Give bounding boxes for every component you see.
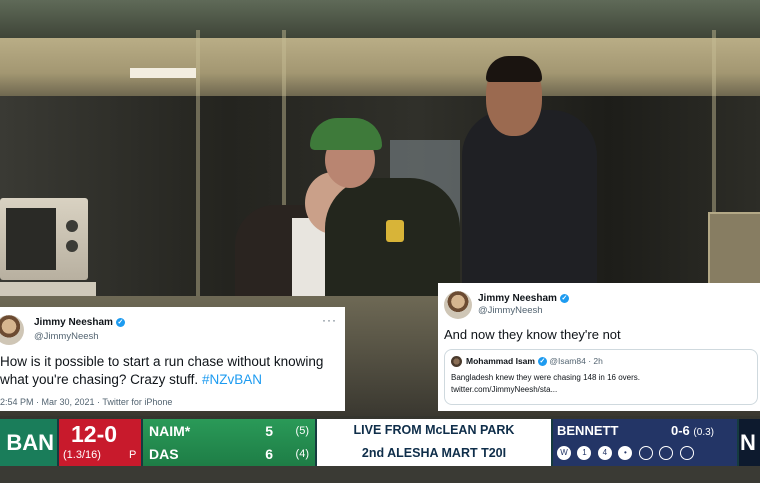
avatar	[451, 356, 462, 367]
quoted-author-handle: @Isam84 · 2h	[549, 356, 603, 366]
ball-indicator: 4	[597, 445, 612, 460]
batter-row: DAS 6 (4)	[149, 446, 309, 462]
bowler-name: BENNETT	[557, 423, 619, 438]
official-standing	[462, 110, 597, 300]
ball-indicator: W	[557, 445, 571, 460]
venue-panel: LIVE FROM McLEAN PARK 2nd ALESHA MART T2…	[317, 419, 551, 466]
more-options-icon[interactable]: ···	[322, 313, 337, 327]
avatar[interactable]	[0, 315, 24, 345]
quoted-tweet-text: Bangladesh knew they were chasing 148 in…	[451, 373, 641, 396]
score-box: 12-0 (1.3/16) P	[59, 419, 141, 466]
ceiling-light	[130, 68, 196, 78]
quoted-author-name: Mohammad Isam	[466, 356, 535, 366]
ceiling	[0, 38, 760, 96]
ball-indicator: 1	[577, 445, 592, 460]
powerplay-indicator: P	[129, 449, 137, 461]
venue-line: LIVE FROM McLEAN PARK	[353, 423, 515, 437]
ball-indicator	[679, 445, 694, 460]
tv-scorebar: BAN 12-0 (1.3/16) P NAIM* 5 (5) DAS 6 (4…	[0, 419, 760, 466]
verified-icon: ✓	[115, 318, 125, 327]
tweet-text: And now they know they're not	[444, 327, 621, 342]
verified-icon: ✓	[537, 357, 547, 366]
roof-beam	[0, 0, 760, 38]
tweet-author-handle[interactable]: @JimmyNeesh	[34, 331, 99, 342]
tweet-author-name[interactable]: Jimmy Neesham	[34, 317, 113, 328]
ball-indicator	[659, 445, 674, 460]
hashtag-link[interactable]: #NZvBAN	[202, 372, 262, 387]
quoted-tweet[interactable]: Mohammad Isam ✓ @Isam84 · 2h Bangladesh k…	[444, 349, 758, 405]
batter-row: NAIM* 5 (5)	[149, 423, 309, 439]
batting-team-label: BAN	[0, 419, 57, 466]
overs: (1.3/16)	[63, 449, 101, 461]
batters-panel: NAIM* 5 (5) DAS 6 (4)	[143, 419, 315, 466]
quoted-link[interactable]: twitter.com/JimmyNeesh/sta...	[451, 384, 640, 396]
ball-indicator	[638, 445, 653, 460]
tweet-card-right[interactable]: Jimmy Neesham ✓ @JimmyNeesh And now they …	[438, 283, 760, 411]
bottom-strip	[0, 466, 760, 483]
verified-icon: ✓	[559, 294, 569, 303]
window-frame	[196, 30, 200, 300]
tweet-card-left[interactable]: Jimmy Neesham ✓ @JimmyNeesh ··· How is it…	[0, 307, 345, 411]
ball-indicator: •	[618, 445, 633, 460]
score: 12-0	[71, 421, 118, 447]
this-over-balls: W 1 4 •	[557, 444, 696, 462]
bowler-figures: 0-6 (0.3)	[671, 423, 714, 438]
tweet-author-handle[interactable]: @JimmyNeesh	[478, 305, 543, 316]
bowling-team-label: N	[739, 419, 760, 466]
avatar[interactable]	[444, 291, 472, 319]
tweet-author-name[interactable]: Jimmy Neesham	[478, 293, 557, 304]
tweet-timestamp[interactable]: 2:54 PM · Mar 30, 2021 · Twitter for iPh…	[0, 397, 172, 407]
microwave-oven	[0, 198, 88, 280]
match-line: 2nd ALESHA MART T20I	[361, 446, 507, 460]
box-sign	[708, 212, 760, 286]
bowler-panel: BENNETT 0-6 (0.3) W 1 4 •	[553, 419, 737, 466]
tweet-text: How is it possible to start a run chase …	[0, 354, 324, 387]
